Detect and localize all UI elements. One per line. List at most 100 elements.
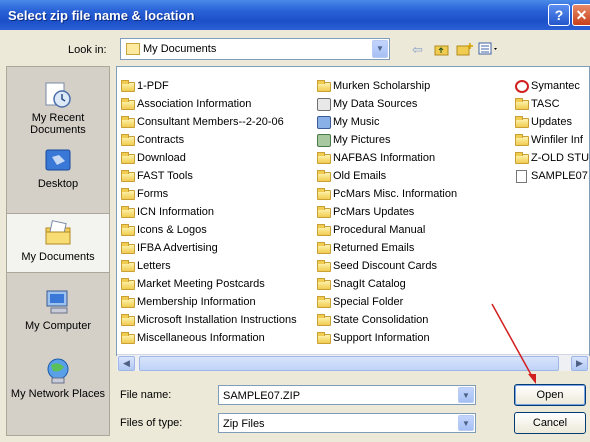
scroll-left-button[interactable]: ◀ [118,356,135,371]
list-item[interactable]: Z-OLD STU [513,149,589,167]
look-in-label: Look in: [68,44,107,56]
item-label: Forms [137,188,169,200]
scroll-right-button[interactable]: ▶ [571,356,588,371]
item-label: FAST Tools [137,170,193,182]
place-my-computer[interactable]: My Computer [7,289,109,332]
item-label: Download [137,152,186,164]
list-item[interactable]: Miscellaneous Information [119,329,297,347]
list-item[interactable]: Letters [119,257,297,275]
list-item[interactable]: My Data Sources [315,95,457,113]
desktop-icon [45,149,71,171]
list-item[interactable]: Special Folder [315,293,457,311]
list-item[interactable]: Download [119,149,297,167]
list-item[interactable]: Icons & Logos [119,221,297,239]
place-my-network-places[interactable]: My Network Places [7,357,109,400]
folder-icon [126,43,140,55]
file-type-value: Zip Files [223,418,265,430]
list-item[interactable]: Microsoft Installation Instructions [119,311,297,329]
list-item[interactable]: Market Meeting Postcards [119,275,297,293]
folder-icon [121,206,135,218]
place-my-documents[interactable]: My Documents [7,213,109,273]
list-item[interactable]: FAST Tools [119,167,297,185]
file-name-field[interactable]: SAMPLE07.ZIP ▼ [218,385,476,405]
item-label: Seed Discount Cards [333,260,437,272]
up-folder-icon[interactable] [434,42,450,59]
list-item[interactable]: NAFBAS Information [315,149,457,167]
list-item[interactable]: Updates [513,113,589,131]
recent-documents-icon [45,82,71,108]
list-item[interactable]: 1-PDF [119,77,297,95]
network-places-icon [47,358,69,384]
list-item[interactable]: Membership Information [119,293,297,311]
item-label: State Consolidation [333,314,429,326]
item-label: Consultant Members--2-20-06 [137,116,284,128]
views-menu-icon[interactable] [478,42,500,59]
item-label: SAMPLE07. [531,170,590,182]
close-button[interactable]: ✕ [572,4,590,26]
list-item[interactable]: TASC [513,95,589,113]
chevron-down-icon[interactable]: ▼ [458,415,474,431]
item-label: Symantec [531,80,580,92]
folder-icon [121,80,135,92]
list-item[interactable]: Consultant Members--2-20-06 [119,113,297,131]
place-label: My Network Places [10,388,106,400]
list-item[interactable]: Procedural Manual [315,221,457,239]
list-item[interactable]: State Consolidation [315,311,457,329]
horizontal-scrollbar[interactable]: ◀ ▶ [117,354,589,371]
folder-icon [121,170,135,182]
list-item[interactable]: Old Emails [315,167,457,185]
back-arrow-icon[interactable]: ⇦ [412,42,423,58]
look-in-dropdown[interactable]: My Documents ▼ [120,38,390,60]
list-item[interactable]: PcMars Updates [315,203,457,221]
list-item[interactable]: SnagIt Catalog [315,275,457,293]
scrollbar-thumb[interactable] [139,356,559,371]
place-my-recent-documents[interactable]: My Recent Documents [7,81,109,136]
folder-icon [515,134,529,146]
file-type-dropdown[interactable]: Zip Files ▼ [218,413,476,433]
folder-icon [121,188,135,200]
list-item[interactable]: IFBA Advertising [119,239,297,257]
list-item[interactable]: Returned Emails [315,239,457,257]
chevron-down-icon[interactable]: ▼ [458,387,474,403]
item-label: Market Meeting Postcards [137,278,265,290]
file-list[interactable]: 1-PDF Association Information Consultant… [116,66,590,356]
folder-icon [121,296,135,308]
folder-icon [317,242,331,254]
list-item[interactable]: Murken Scholarship [315,77,457,95]
folder-icon [121,332,135,344]
list-item[interactable]: ICN Information [119,203,297,221]
place-label: My Documents [21,251,95,263]
item-label: Association Information [137,98,252,110]
open-button[interactable]: Open [514,384,586,406]
list-item[interactable]: Symantec [513,77,589,95]
file-name-label: File name: [120,389,172,401]
list-item[interactable]: My Pictures [315,131,457,149]
list-item[interactable]: Support Information [315,329,457,347]
list-item[interactable]: SAMPLE07. [513,167,590,185]
folder-icon [121,116,135,128]
my-documents-icon [45,220,71,245]
new-folder-icon[interactable] [456,42,474,59]
item-label: Special Folder [333,296,404,308]
list-item[interactable]: PcMars Misc. Information [315,185,457,203]
file-type-label: Files of type: [120,417,183,429]
folder-icon [121,152,135,164]
item-label: Support Information [333,332,430,344]
place-label: My Recent Documents [30,112,86,136]
folder-icon [317,278,331,290]
list-item[interactable]: Winfiler Inf [513,131,589,149]
cancel-button[interactable]: Cancel [514,412,586,434]
list-item[interactable]: Seed Discount Cards [315,257,457,275]
list-item[interactable]: Contracts [119,131,297,149]
item-label: My Pictures [333,134,391,146]
list-item[interactable]: Association Information [119,95,297,113]
list-item[interactable]: My Music [315,113,457,131]
title-bar: Select zip file name & location ? ✕ [0,0,590,30]
help-button[interactable]: ? [548,4,570,26]
folder-icon [121,224,135,236]
item-label: Membership Information [137,296,256,308]
place-desktop[interactable]: Desktop [7,147,109,190]
list-item[interactable]: Forms [119,185,297,203]
chevron-down-icon[interactable]: ▼ [372,40,388,58]
folder-icon [121,242,135,254]
